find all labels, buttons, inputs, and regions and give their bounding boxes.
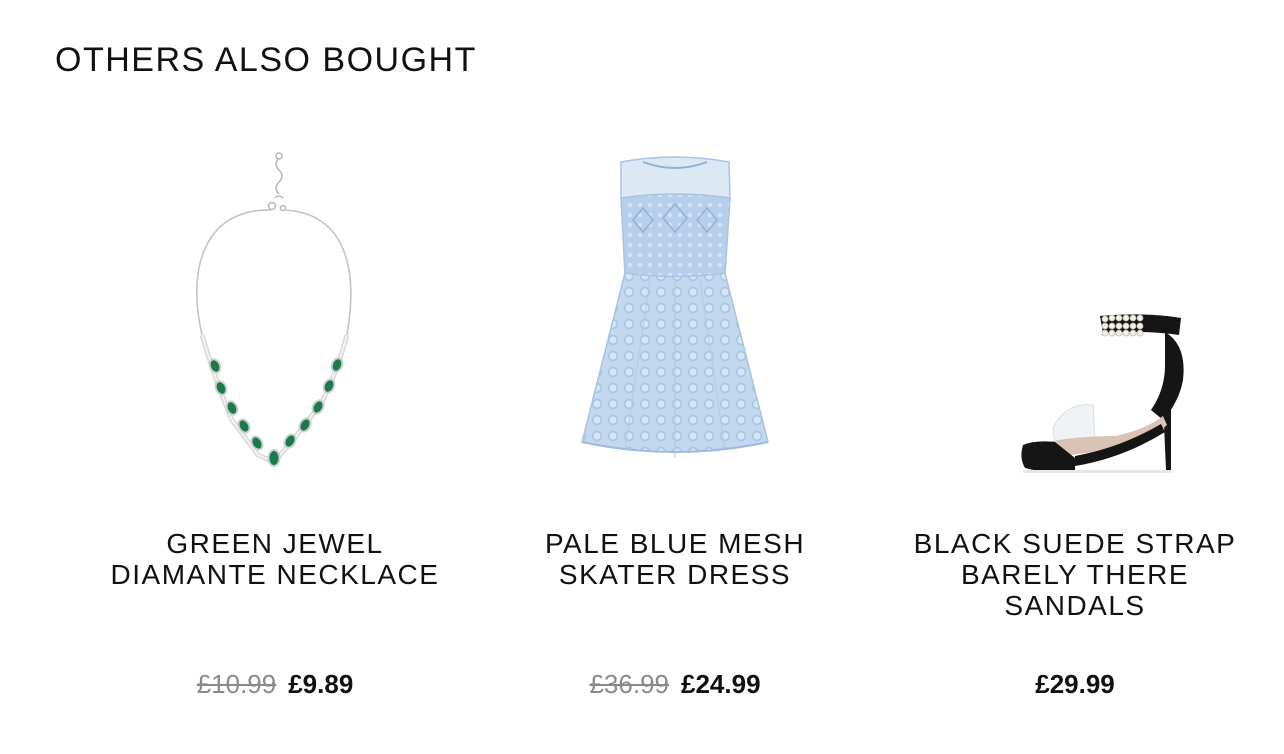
sandal-image[interactable] xyxy=(925,140,1225,480)
price-row: £29.99 xyxy=(875,666,1275,702)
product-card-necklace[interactable]: GREEN JEWEL DIAMANTE NECKLACE £10.99 £9.8… xyxy=(75,130,475,730)
section-title: OTHERS ALSO BOUGHT xyxy=(55,41,477,79)
product-card-dress[interactable]: PALE BLUE MESH SKATER DRESS £36.99 £24.99 xyxy=(475,130,875,730)
product-card-sandal[interactable]: BLACK SUEDE STRAP BARELY THERE SANDALS £… xyxy=(875,130,1275,730)
now-price: £29.99 xyxy=(1035,669,1115,699)
product-name[interactable]: GREEN JEWEL DIAMANTE NECKLACE xyxy=(75,528,475,590)
product-name[interactable]: BLACK SUEDE STRAP BARELY THERE SANDALS xyxy=(875,528,1275,621)
product-name-line[interactable]: BLACK SUEDE STRAP xyxy=(875,528,1275,559)
necklace-image[interactable] xyxy=(125,140,425,480)
product-grid: GREEN JEWEL DIAMANTE NECKLACE £10.99 £9.8… xyxy=(75,130,1275,730)
product-name-line[interactable]: PALE BLUE MESH xyxy=(475,528,875,559)
price-row: £36.99 £24.99 xyxy=(475,666,875,702)
product-name-line[interactable]: SANDALS xyxy=(875,590,1275,621)
product-name-line[interactable]: SKATER DRESS xyxy=(475,559,875,590)
product-name-line[interactable]: DIAMANTE NECKLACE xyxy=(75,559,475,590)
dress-image[interactable] xyxy=(525,140,825,480)
was-price: £10.99 xyxy=(196,669,277,699)
product-name[interactable]: PALE BLUE MESH SKATER DRESS xyxy=(475,528,875,590)
product-name-line[interactable]: GREEN JEWEL xyxy=(75,528,475,559)
was-price: £36.99 xyxy=(589,669,669,699)
product-name-line[interactable]: BARELY THERE xyxy=(875,559,1275,590)
now-price: £24.99 xyxy=(681,669,761,699)
now-price: £9.89 xyxy=(288,669,354,699)
price-row: £10.99 £9.89 xyxy=(75,666,475,702)
